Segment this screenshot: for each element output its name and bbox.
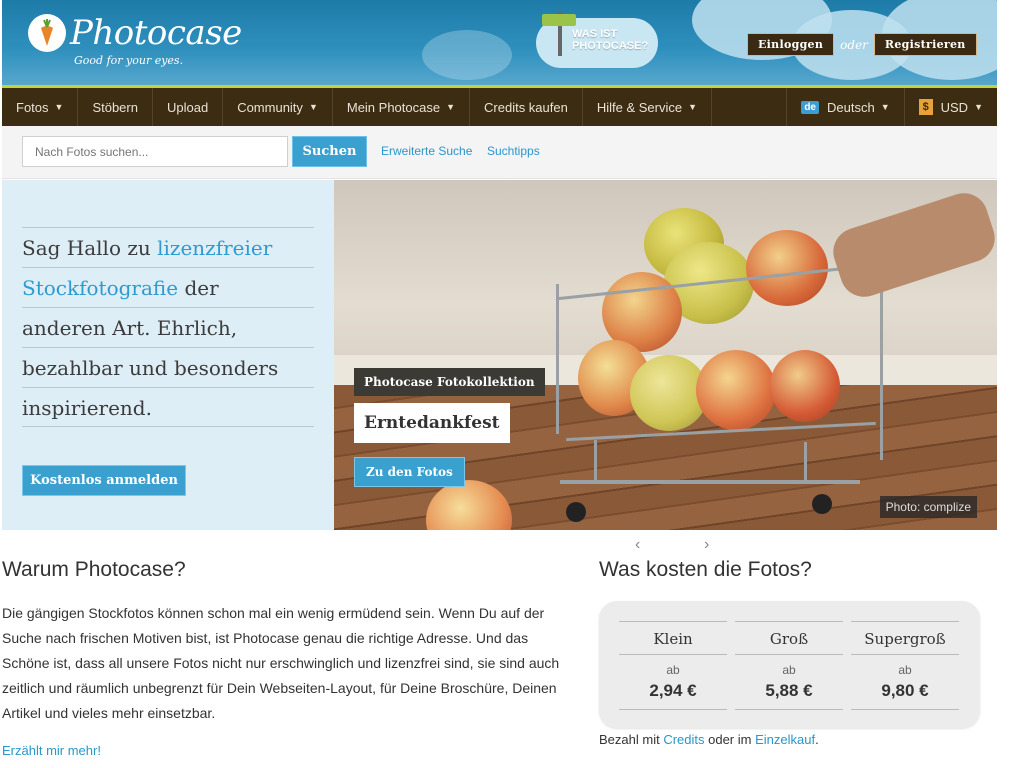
pricing-box: Klein ab 2,94 € Groß ab 5,88 € Supergroß… [599,601,980,728]
price-prefix: ab [666,663,680,677]
hero-photo[interactable]: Photocase Fotokollektion Erntedankfest Z… [334,180,997,530]
auth-area: Einloggen oder Registrieren [747,33,977,56]
size-name: Groß [735,621,843,655]
search-tips-link[interactable]: Suchtipps [487,144,540,158]
site-logo[interactable]: Photocase [28,14,242,52]
size-name: Supergroß [851,621,959,655]
cart-wheel [812,494,832,514]
register-button[interactable]: Registrieren [873,33,977,56]
nav-label: Fotos [16,99,49,115]
hero-line-2: Stockfotografie der [22,267,314,307]
cart-base [560,480,860,484]
caret-down-icon: ▼ [974,102,983,112]
why-text: Die gängigen Stockfotos können schon mal… [2,605,560,721]
what-is-photocase-link[interactable]: WAS IST PHOTOCASE? [536,12,658,68]
what-is-label: WAS IST PHOTOCASE? [572,28,648,52]
caret-down-icon: ▼ [308,102,318,112]
apple-image [770,350,840,422]
caret-down-icon: ▼ [446,102,456,112]
main-nav: Fotos ▼ Stöbern Upload Community ▼ Mein Ph… [2,88,997,126]
nav-item-mein-photocase[interactable]: Mein Photocase ▼ [333,88,471,126]
site-header: Photocase Good for your eyes. WAS IST PH… [2,0,997,88]
nav-item-upload[interactable]: Upload [153,88,224,126]
price-large[interactable]: Groß ab 5,88 € [735,621,843,710]
nav-label: Credits kaufen [484,99,568,115]
nav-label: Community [237,99,303,115]
hero-highlight: Stockfotografie [22,276,179,300]
flag-de-icon: de [801,100,819,114]
what-is-line-1: WAS IST [572,28,618,40]
hero-highlight: lizenzfreier [157,236,273,260]
hero-text: Sag Hallo zu [22,236,158,260]
nav-item-fotos[interactable]: Fotos ▼ [2,88,79,126]
cart-frame [556,284,559,434]
price-small[interactable]: Klein ab 2,94 € [619,621,727,710]
single-purchase-link[interactable]: Einzelkauf [755,732,815,747]
pricing-title: Was kosten die Fotos? [599,558,812,581]
nav-item-hilfe[interactable]: Hilfe & Service ▼ [583,88,713,126]
language-label: Deutsch [827,99,875,115]
or-label: oder [840,37,868,52]
free-register-button[interactable]: Kostenlos anmelden [22,465,186,496]
search-bar: Suchen Erweiterte Suche Suchtipps [2,126,997,179]
nav-item-credits[interactable]: Credits kaufen [470,88,583,126]
nav-label: Stöbern [92,99,138,115]
price-amount: 5,88 € [735,681,843,710]
advanced-search-link[interactable]: Erweiterte Suche [381,144,472,158]
price-amount: 2,94 € [619,681,727,710]
hero-line-4: bezahlbar und besonders [22,347,314,387]
price-amount: 9,80 € [851,681,959,710]
nav-label: Upload [166,99,209,115]
photo-credit: Photo: complize [879,496,977,518]
dollar-icon: $ [918,99,933,115]
nav-label: Mein Photocase [346,99,441,115]
brand-name: Photocase [70,13,242,53]
why-title: Warum Photocase? [2,558,186,581]
login-button[interactable]: Einloggen [747,33,835,56]
hero-headline: Sag Hallo zu lizenzfreier Stockfotografi… [22,227,314,427]
nav-item-community[interactable]: Community ▼ [223,88,333,126]
footer-text: Bezahl mit [599,732,664,747]
pricing-footer: Bezahl mit Credits oder im Einzelkauf. [599,732,819,747]
credits-link[interactable]: Credits [663,732,704,747]
currency-label: USD [940,99,969,115]
cart-leg [804,442,807,484]
hero-text: der [178,276,219,300]
cart-leg [594,440,597,484]
currency-selector[interactable]: $ USD ▼ [903,88,997,126]
search-input[interactable] [22,136,288,167]
more-link[interactable]: Erzählt mir mehr! [2,743,101,758]
hero-intro-panel: Sag Hallo zu lizenzfreier Stockfotografi… [2,180,334,530]
nav-label: Hilfe & Service [596,99,683,115]
slider-next-icon[interactable]: › [704,536,709,554]
caret-down-icon: ▼ [54,102,64,112]
hero-line-5: inspirierend. [22,387,314,427]
footer-text: oder im [704,732,756,747]
carrot-icon [28,14,66,52]
size-name: Klein [619,621,727,655]
slider-prev-icon[interactable]: ‹ [635,536,640,554]
price-prefix: ab [898,663,912,677]
signpost-board [542,14,576,26]
apple-image [746,230,828,306]
price-xlarge[interactable]: Supergroß ab 9,80 € [851,621,959,710]
caret-down-icon: ▼ [880,102,890,112]
collection-tag: Photocase Fotokollektion [354,368,545,396]
collection-title: Erntedankfest [354,403,510,443]
search-button[interactable]: Suchen [292,136,367,167]
cart-wheel [566,502,586,522]
brand-tagline: Good for your eyes. [74,54,184,67]
price-prefix: ab [782,663,796,677]
cloud-decoration [422,30,512,80]
language-selector[interactable]: de Deutsch ▼ [786,88,903,126]
what-is-line-2: PHOTOCASE? [572,40,649,52]
caret-down-icon: ▼ [688,102,698,112]
hero-line-3: anderen Art. Ehrlich, [22,307,314,347]
footer-text: . [815,732,819,747]
hero-line-1: Sag Hallo zu lizenzfreier [22,227,314,267]
apple-image [696,350,776,430]
to-photos-button[interactable]: Zu den Fotos [354,457,465,487]
nav-item-stoebern[interactable]: Stöbern [78,88,153,126]
